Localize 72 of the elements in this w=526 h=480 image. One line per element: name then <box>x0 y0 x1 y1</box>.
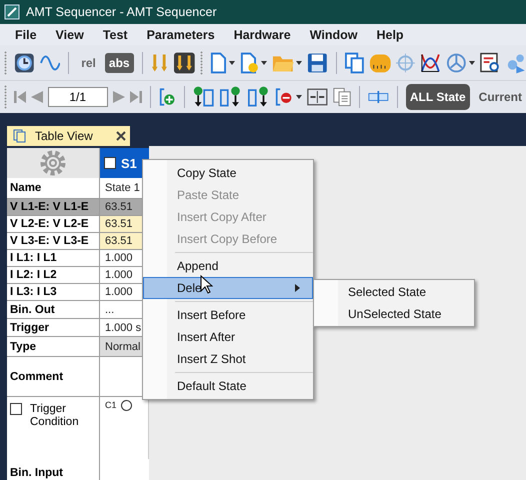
row-label[interactable]: Trigger <box>7 319 100 336</box>
caret-icon[interactable] <box>296 95 302 99</box>
caret-icon[interactable] <box>260 60 267 64</box>
row-label[interactable]: I L1: I L1 <box>7 250 100 266</box>
view-button[interactable]: Current <box>474 84 526 110</box>
page-field[interactable]: 1/1 <box>48 87 108 107</box>
row-label[interactable]: Comment <box>7 357 100 396</box>
menu-item[interactable]: Insert Before <box>143 304 313 326</box>
table-cell-text: State 1 <box>104 181 141 196</box>
add-state-icon[interactable] <box>158 86 176 108</box>
condition-text: C1 <box>105 400 117 410</box>
caret-icon[interactable] <box>468 60 475 64</box>
documents-icon[interactable] <box>332 86 352 108</box>
table-cell-text: 1.000 <box>104 285 134 300</box>
close-icon[interactable] <box>116 131 126 141</box>
caret-icon[interactable] <box>296 60 302 64</box>
arrows-down-icon[interactable] <box>174 52 196 74</box>
row-label[interactable]: Name <box>7 178 100 198</box>
row-label[interactable]: Bin. Input <box>7 459 100 480</box>
column-title: S1 <box>121 156 137 170</box>
menu-item[interactable]: View <box>46 28 93 42</box>
row-label[interactable]: Trigger Condition <box>7 397 100 459</box>
row-label[interactable]: Bin. Out <box>7 301 100 318</box>
settings-header-cell[interactable] <box>7 148 100 178</box>
row-label-text: Trigger Condition <box>30 403 80 428</box>
column-width-icon[interactable] <box>368 89 390 105</box>
menu-item[interactable]: Window <box>300 28 366 42</box>
app-icon <box>4 4 20 20</box>
menu-item[interactable]: Dele <box>143 277 313 299</box>
mode-button[interactable]: abs <box>104 52 134 72</box>
view-button[interactable]: ALL State <box>406 84 470 110</box>
new-document-icon[interactable] <box>210 52 227 74</box>
pages-icon <box>13 129 27 143</box>
menu-item[interactable]: Hardware <box>224 28 300 42</box>
menu-item[interactable]: Append <box>143 255 313 277</box>
insert-z-shot-icon[interactable] <box>248 85 270 109</box>
crossing-curves-icon[interactable] <box>420 52 441 74</box>
menu-item[interactable]: Selected State <box>314 281 474 303</box>
window-title: AMT Sequencer - AMT Sequencer <box>26 5 217 19</box>
tab-title: Table View <box>35 129 94 143</box>
tape-measure-icon[interactable] <box>368 52 392 74</box>
table-cell-text: 1.000 s <box>104 320 142 336</box>
mouse-cursor-icon <box>200 275 213 294</box>
row-label[interactable]: I L2: I L2 <box>7 267 100 283</box>
document-star-icon[interactable] <box>240 52 259 74</box>
table-cell-text: ... <box>104 302 116 318</box>
table-cell-text: 1.000 <box>104 268 134 283</box>
caret-icon[interactable] <box>228 60 235 64</box>
mode-button[interactable]: rel <box>77 52 100 72</box>
row-label[interactable]: V L1-E: V L1-E <box>7 199 100 215</box>
table-cell-text: 1.000 <box>104 251 134 266</box>
delete-state-icon[interactable] <box>274 86 294 108</box>
menu-item[interactable]: File <box>5 28 46 42</box>
report-search-icon[interactable] <box>480 52 500 74</box>
row-label[interactable]: I L3: I L3 <box>7 284 100 300</box>
save-icon[interactable] <box>307 52 328 74</box>
menu-item[interactable]: Parameters <box>136 28 224 42</box>
clock-icon[interactable] <box>14 52 35 74</box>
insert-before-icon[interactable] <box>192 85 216 109</box>
document-tab[interactable]: Table View <box>7 126 130 146</box>
merge-icon[interactable] <box>306 86 328 108</box>
menu-item[interactable]: Help <box>366 28 413 42</box>
insert-after-icon[interactable] <box>220 85 243 109</box>
menu-item[interactable]: UnSelected State <box>314 303 474 325</box>
checkbox[interactable] <box>104 157 116 169</box>
column-header[interactable]: S1 <box>100 148 149 178</box>
radio-button[interactable] <box>120 400 132 411</box>
menu-item[interactable]: Default State <box>143 375 313 397</box>
menu-item[interactable]: Test <box>92 28 137 42</box>
copy-icon[interactable] <box>344 52 364 74</box>
checkbox[interactable] <box>10 403 22 415</box>
sine-wave-icon[interactable] <box>40 52 60 72</box>
